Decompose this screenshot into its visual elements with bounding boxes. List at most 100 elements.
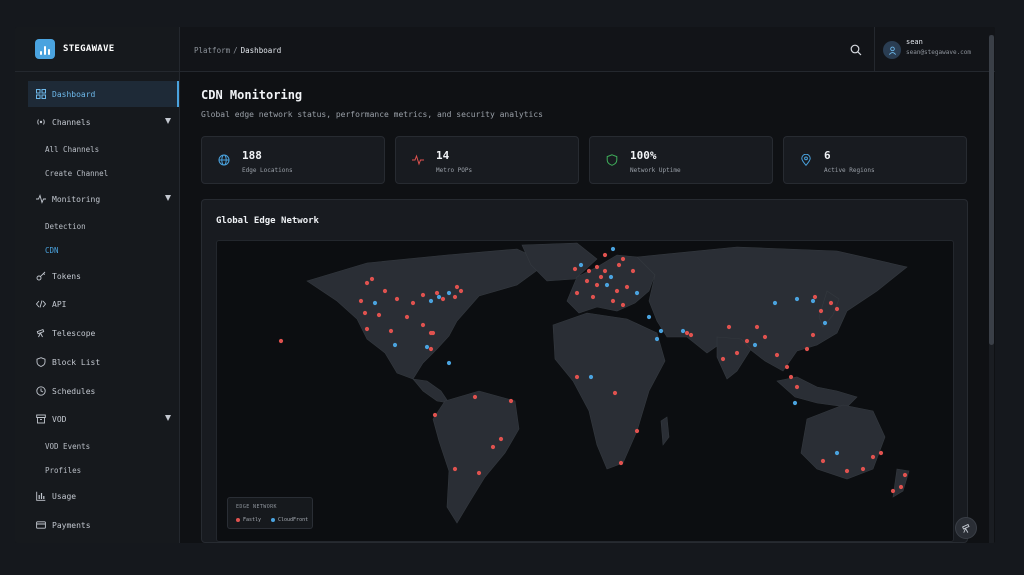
fastly-edge-marker[interactable] [744,338,750,344]
fastly-edge-marker[interactable] [788,374,794,380]
fastly-edge-marker[interactable] [369,276,375,282]
fastly-edge-marker[interactable] [810,332,816,338]
cloudfront-edge-marker[interactable] [578,262,584,268]
fastly-edge-marker[interactable] [432,412,438,418]
chevron-down-icon[interactable] [165,415,171,421]
fastly-edge-marker[interactable] [364,280,370,286]
fastly-edge-marker[interactable] [594,264,600,270]
fastly-edge-marker[interactable] [820,458,826,464]
search-icon[interactable] [850,44,862,56]
fastly-edge-marker[interactable] [734,350,740,356]
fastly-edge-marker[interactable] [614,288,620,294]
fastly-edge-marker[interactable] [620,256,626,262]
breadcrumb-item-platform[interactable]: Platform [194,46,230,55]
fastly-edge-marker[interactable] [584,278,590,284]
cloudfront-edge-marker[interactable] [794,296,800,302]
sidebar-item-api[interactable]: API [28,291,179,317]
sidebar-item-block-list[interactable]: Block List [28,349,179,375]
sidebar-item-telescope[interactable]: Telescope [28,320,179,346]
fastly-edge-marker[interactable] [902,472,908,478]
chevron-down-icon[interactable] [165,195,171,201]
sidebar-subitem-create-channel[interactable]: Create Channel [45,169,108,178]
fastly-edge-marker[interactable] [490,444,496,450]
scrollbar-thumb[interactable] [989,35,994,345]
fastly-edge-marker[interactable] [572,266,578,272]
sidebar-item-vod[interactable]: VOD [28,406,179,432]
fastly-edge-marker[interactable] [434,290,440,296]
fastly-edge-marker[interactable] [598,274,604,280]
fastly-edge-marker[interactable] [774,352,780,358]
fastly-edge-marker[interactable] [388,328,394,334]
fastly-edge-marker[interactable] [394,296,400,302]
fastly-edge-marker[interactable] [376,312,382,318]
cloudfront-edge-marker[interactable] [752,342,758,348]
cloudfront-edge-marker[interactable] [446,360,452,366]
fastly-edge-marker[interactable] [684,330,690,336]
sidebar-subitem-profiles[interactable]: Profiles [45,466,81,475]
fastly-edge-marker[interactable] [612,390,618,396]
fastly-edge-marker[interactable] [890,488,896,494]
fastly-edge-marker[interactable] [364,326,370,332]
fastly-edge-marker[interactable] [624,284,630,290]
fastly-edge-marker[interactable] [804,346,810,352]
fastly-edge-marker[interactable] [860,466,866,472]
cloudfront-edge-marker[interactable] [646,314,652,320]
fastly-edge-marker[interactable] [458,288,464,294]
cloudfront-edge-marker[interactable] [428,298,434,304]
sidebar-item-usage[interactable]: Usage [28,483,179,509]
cloudfront-edge-marker[interactable] [610,246,616,252]
fastly-edge-marker[interactable] [574,374,580,380]
fastly-edge-marker[interactable] [508,398,514,404]
fastly-edge-marker[interactable] [878,450,884,456]
fastly-edge-marker[interactable] [410,300,416,306]
cloudfront-edge-marker[interactable] [446,290,452,296]
fastly-edge-marker[interactable] [590,294,596,300]
avatar[interactable] [883,41,901,59]
cloudfront-edge-marker[interactable] [810,298,816,304]
cloudfront-edge-marker[interactable] [424,344,430,350]
fastly-edge-marker[interactable] [634,428,640,434]
fastly-edge-marker[interactable] [420,292,426,298]
fastly-edge-marker[interactable] [362,310,368,316]
sidebar-item-schedules[interactable]: Schedules [28,378,179,404]
fastly-edge-marker[interactable] [794,384,800,390]
scrollbar[interactable] [989,35,994,543]
sidebar-subitem-vod-events[interactable]: VOD Events [45,442,90,451]
fastly-edge-marker[interactable] [358,298,364,304]
fastly-edge-marker[interactable] [420,322,426,328]
fastly-edge-marker[interactable] [602,268,608,274]
sidebar-subitem-cdn[interactable]: CDN [45,246,59,255]
fastly-edge-marker[interactable] [440,296,446,302]
sidebar-item-tokens[interactable]: Tokens [28,263,179,289]
fastly-edge-marker[interactable] [618,460,624,466]
fastly-edge-marker[interactable] [472,394,478,400]
sidebar-item-dashboard[interactable]: Dashboard [28,81,179,107]
fastly-edge-marker[interactable] [828,300,834,306]
fastly-edge-marker[interactable] [844,468,850,474]
sidebar-item-monitoring[interactable]: Monitoring [28,186,179,212]
cloudfront-edge-marker[interactable] [792,400,798,406]
cloudfront-edge-marker[interactable] [608,274,614,280]
fastly-edge-marker[interactable] [476,470,482,476]
cloudfront-edge-marker[interactable] [392,342,398,348]
cloudfront-edge-marker[interactable] [654,336,660,342]
fastly-edge-marker[interactable] [688,332,694,338]
fastly-edge-marker[interactable] [616,262,622,268]
fastly-edge-marker[interactable] [818,308,824,314]
assistant-button[interactable] [955,517,977,539]
sidebar-subitem-detection[interactable]: Detection [45,222,86,231]
fastly-edge-marker[interactable] [754,324,760,330]
cloudfront-edge-marker[interactable] [436,294,442,300]
sidebar-subitem-all-channels[interactable]: All Channels [45,145,99,154]
fastly-edge-marker[interactable] [762,334,768,340]
fastly-edge-marker[interactable] [454,284,460,290]
fastly-edge-marker[interactable] [898,484,904,490]
fastly-edge-marker[interactable] [784,364,790,370]
cloudfront-edge-marker[interactable] [634,290,640,296]
fastly-edge-marker[interactable] [610,298,616,304]
fastly-edge-marker[interactable] [430,330,436,336]
cloudfront-edge-marker[interactable] [834,450,840,456]
cloudfront-edge-marker[interactable] [772,300,778,306]
chevron-down-icon[interactable] [165,118,171,124]
brand[interactable]: STEGAWAVE [15,27,179,72]
